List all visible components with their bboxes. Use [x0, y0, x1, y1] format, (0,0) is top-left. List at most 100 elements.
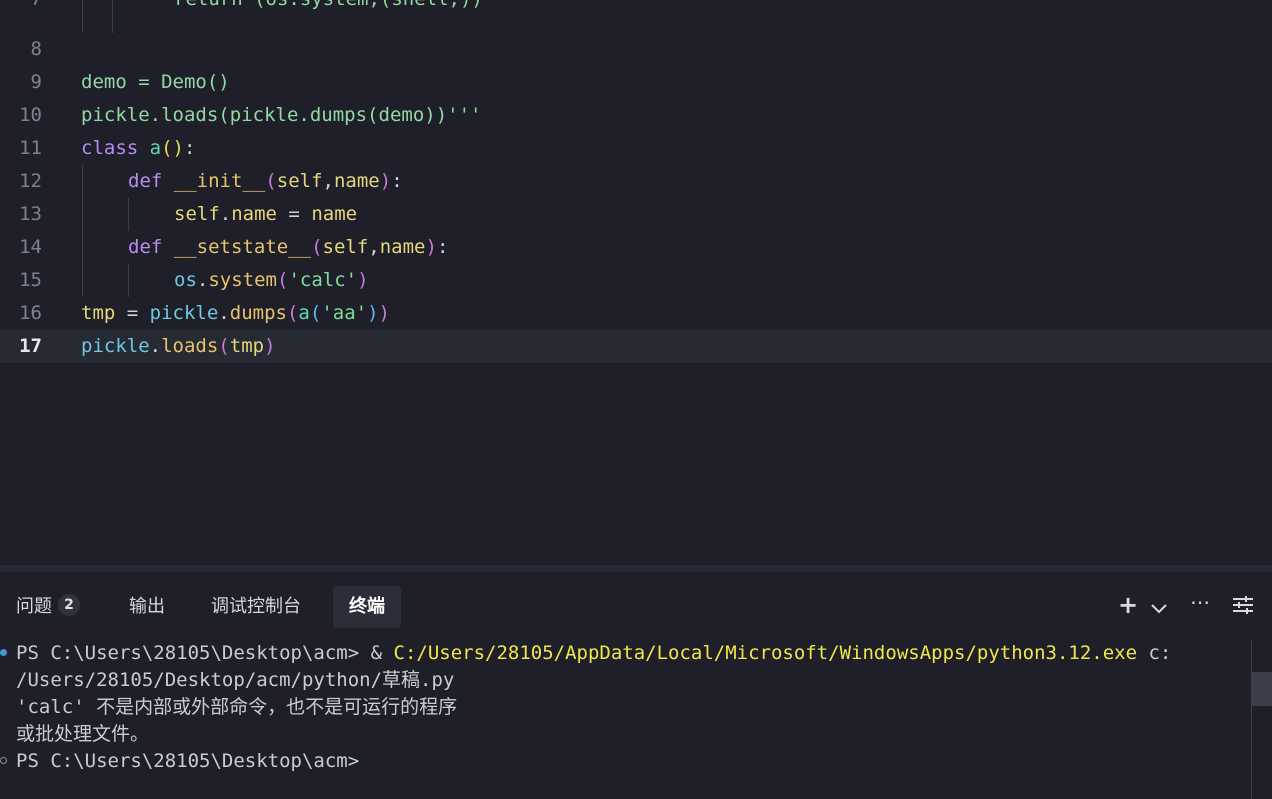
token: . [298, 104, 310, 126]
python-exe-path: C:/Users/28105/AppData/Local/Microsoft/W… [393, 642, 1138, 664]
code-line: 8 [0, 33, 1272, 66]
keyword-token: def [128, 170, 163, 192]
class-name-token: a [149, 137, 162, 159]
token: ( [286, 302, 299, 324]
token: ) [367, 302, 379, 324]
line-number: 12 [19, 170, 42, 192]
token: . [196, 269, 209, 291]
param-token: name [379, 236, 426, 258]
line-number: 15 [19, 269, 42, 291]
line-number: 13 [19, 203, 42, 225]
line-number: 10 [19, 104, 42, 126]
terminal-scrollbar-track[interactable] [1251, 640, 1252, 799]
code-line: 10 pickle.loads(pickle.dumps(demo))''' [0, 99, 1272, 132]
token: = [276, 203, 312, 225]
token: demo [81, 71, 127, 93]
string-token: 'aa' [321, 302, 368, 324]
token: ) [264, 335, 276, 357]
param-token: self [322, 236, 369, 258]
code-line: 14 def __setstate__(self,name): [0, 231, 1272, 264]
token: . [218, 302, 230, 324]
code-editor[interactable]: 7 return (os.system,(shell,)) 8 9 demo =… [0, 0, 1272, 565]
token: ) [379, 170, 392, 192]
token: pickle [229, 104, 299, 126]
token: ( [218, 104, 230, 126]
module-token: pickle [149, 302, 219, 324]
token: name [311, 203, 358, 225]
code-text: def __init__(self,name): [128, 165, 403, 198]
function-token: __init__ [173, 170, 266, 192]
variable-token: tmp [81, 302, 116, 324]
function-token: loads [161, 335, 219, 357]
token: () [161, 137, 184, 159]
token: , [368, 236, 380, 258]
terminal-scrollbar-thumb[interactable] [1252, 672, 1272, 706]
token: ''' [447, 104, 482, 126]
keyword-token: class [81, 137, 139, 159]
tab-label: 终端 [349, 596, 385, 617]
code-text: self.name = name [174, 198, 357, 231]
function-token: __setstate__ [173, 236, 312, 258]
token: ( [309, 302, 322, 324]
plus-icon[interactable]: + [1118, 591, 1138, 619]
more-icon[interactable]: ⋯ [1190, 590, 1210, 614]
panel-divider[interactable] [0, 565, 1272, 572]
code-line: 11 class a(): [0, 132, 1272, 165]
token: )) [424, 104, 448, 126]
terminal-text: c: [1137, 642, 1172, 664]
token: ) [357, 269, 369, 291]
token: ) [378, 302, 390, 324]
token: . [149, 335, 162, 357]
command-status-dot [0, 757, 7, 764]
token: ) [425, 236, 437, 258]
line-number: 14 [19, 236, 42, 258]
param-token: self [276, 170, 323, 192]
line-number: 9 [30, 71, 42, 93]
token: ( [218, 335, 230, 357]
param-token: name [333, 170, 380, 192]
code-text: demo = Demo() [81, 66, 230, 99]
code-line: 16 tmp = pickle.dumps(a('aa')) [0, 297, 1272, 330]
function-token: system [208, 269, 277, 291]
keyword-token: def [128, 236, 163, 258]
token: = [115, 302, 150, 324]
token: Demo [161, 71, 207, 93]
token: ( [367, 104, 379, 126]
code-text: class a(): [81, 132, 195, 165]
sliders-icon[interactable] [1232, 595, 1254, 620]
terminal-prompt: PS C:\Users\28105\Desktop\acm> [16, 750, 360, 772]
code-text: def __setstate__(self,name): [128, 231, 448, 264]
terminal-error: 'calc' 不是内部或外部命令，也不是可运行的程序 [16, 696, 458, 718]
token: demo [378, 104, 425, 126]
token: name [231, 203, 277, 225]
tab-label: 调试控制台 [211, 596, 301, 617]
tab-problems[interactable]: 问题 2 [16, 586, 80, 628]
terminal-error: 或批处理文件。 [16, 723, 150, 745]
token: self [174, 203, 220, 225]
token: : [184, 137, 196, 159]
command-status-dot [0, 649, 7, 656]
code-line: 9 demo = Demo() [0, 66, 1272, 99]
code-line: 12 def __init__(self,name): [0, 165, 1272, 198]
token: ( [276, 269, 289, 291]
class-name-token: a [298, 302, 310, 324]
code-text: tmp = pickle.dumps(a('aa')) [81, 297, 390, 330]
tab-output[interactable]: 输出 [129, 586, 165, 628]
token: . [219, 203, 232, 225]
tab-debug-console[interactable]: 调试控制台 [211, 586, 301, 628]
token: = [126, 71, 162, 93]
code-line-current: 17 pickle.loads(tmp) [0, 330, 1272, 363]
token: pickle [81, 104, 150, 126]
module-token: pickle [81, 335, 150, 357]
bottom-panel: 问题 2 输出 调试控制台 终端 + ⋯ PS C:\Users\28105\De… [0, 572, 1272, 799]
terminal-output[interactable]: PS C:\Users\28105\Desktop\acm> & C:/User… [16, 640, 1171, 775]
code-text: pickle.loads(tmp) [81, 330, 276, 363]
token: loads [161, 104, 219, 126]
token: () [206, 71, 230, 93]
line-number: 7 [0, 0, 42, 16]
chevron-down-icon[interactable] [1150, 596, 1168, 620]
token: : [436, 236, 449, 258]
token: . [149, 104, 162, 126]
tab-terminal[interactable]: 终端 [333, 586, 401, 628]
string-token: 'calc' [288, 269, 358, 291]
